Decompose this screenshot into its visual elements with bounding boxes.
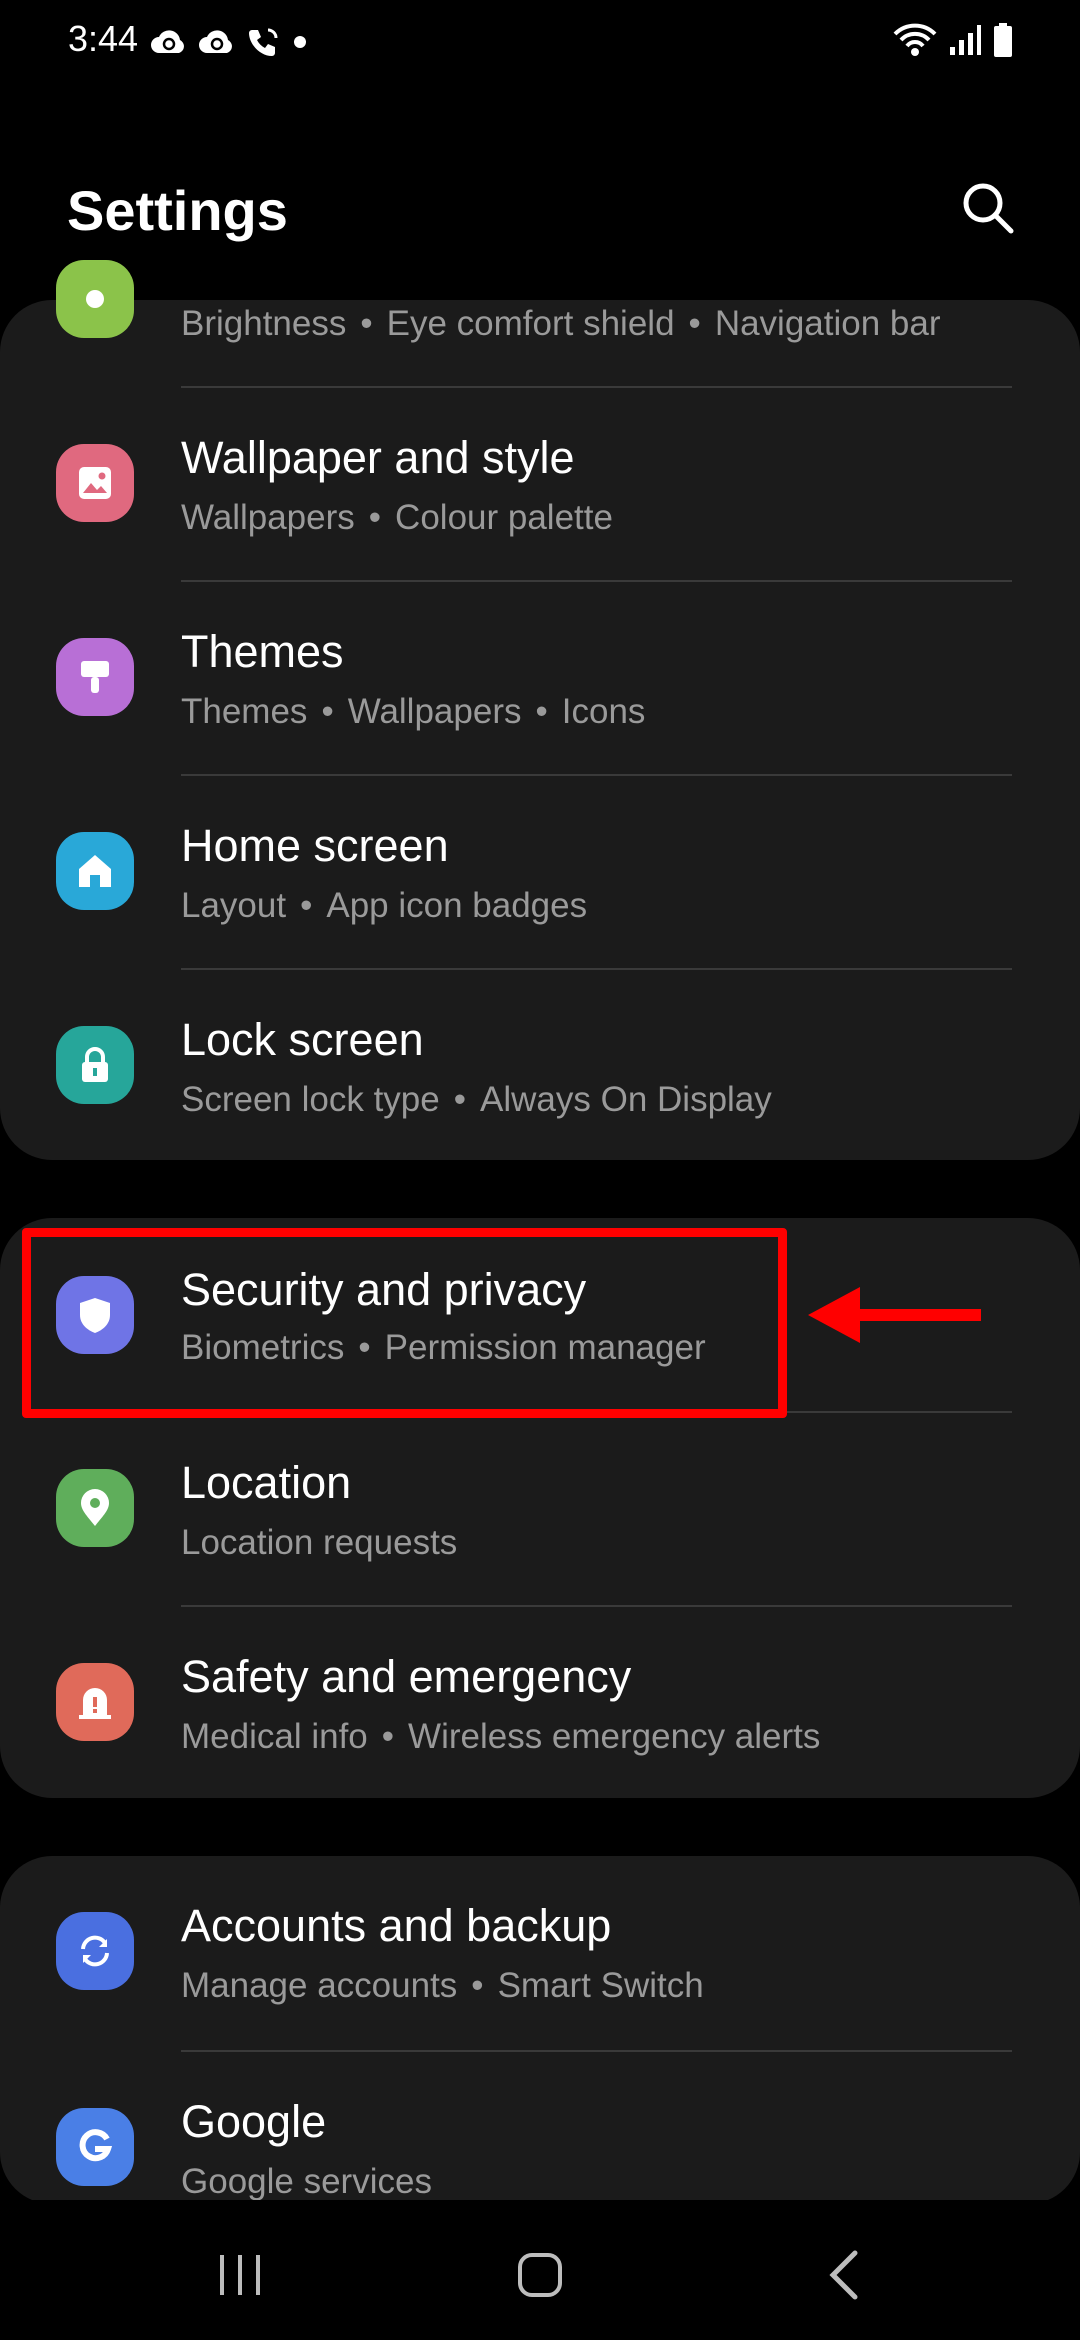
settings-item-themes[interactable]: Themes Themes • Wallpapers • Icons (0, 582, 1080, 776)
page-title: Settings (67, 179, 288, 242)
signal-icon (950, 25, 981, 55)
search-icon[interactable] (958, 178, 1018, 238)
lock-icon (56, 1026, 134, 1104)
display-icon (56, 260, 134, 338)
settings-item-home-screen[interactable]: Home screen Layout • App icon badges (0, 776, 1080, 970)
google-subtitle: Google services (181, 2162, 432, 2201)
safety-subtitle: Medical info • Wireless emergency alerts (181, 1717, 821, 1756)
themes-title: Themes (181, 626, 344, 677)
status-bar: 3:44 (0, 0, 1080, 80)
emergency-icon (56, 1663, 134, 1741)
settings-item-accounts-and-backup[interactable]: Accounts and backup Manage accounts • Smar… (0, 1856, 1080, 2050)
status-icons-left (150, 22, 310, 62)
accounts-subtitle: Manage accounts • Smart Switch (181, 1966, 704, 2005)
settings-item-lock-screen[interactable]: Lock screen Screen lock type • Always On D… (0, 970, 1080, 1164)
red-arrow-icon (808, 1287, 981, 1343)
wallpaper-subtitle: Wallpapers • Colour palette (181, 498, 613, 537)
accounts-title: Accounts and backup (181, 1900, 612, 1951)
highlight-box (22, 1228, 787, 1418)
back-icon[interactable] (815, 2245, 875, 2305)
navigation-bar (0, 2200, 1080, 2340)
battery-icon (994, 23, 1012, 57)
lock-screen-subtitle: Screen lock type • Always On Display (181, 1080, 772, 1119)
settings-item-display[interactable]: Brightness • Eye comfort shield • Navigation… (0, 260, 1080, 388)
location-title: Location (181, 1457, 352, 1508)
recent-apps-icon[interactable] (210, 2245, 270, 2305)
display-subtitle: Brightness • Eye comfort shield • Navigation… (181, 304, 941, 343)
settings-item-wallpaper-and-style[interactable]: Wallpaper and style Wallpapers • Colour pa… (0, 388, 1080, 582)
google-title: Google (181, 2096, 327, 2147)
location-subtitle: Location requests (181, 1523, 458, 1562)
sync-icon (56, 1912, 134, 1990)
lock-screen-title: Lock screen (181, 1014, 424, 1065)
settings-item-google[interactable]: Google Google services (0, 2052, 1080, 2202)
cloud-sync-icon (199, 30, 232, 53)
home-screen-title: Home screen (181, 820, 449, 871)
home-screen-subtitle: Layout • App icon badges (181, 886, 588, 925)
cloud-sync-icon (151, 30, 184, 53)
google-icon (56, 2108, 134, 2186)
brush-icon (56, 638, 134, 716)
wifi-call-icon (249, 28, 278, 56)
safety-title: Safety and emergency (181, 1651, 632, 1702)
settings-item-safety-and-emergency[interactable]: Safety and emergency Medical info • Wirele… (0, 1607, 1080, 1801)
location-pin-icon (56, 1469, 134, 1547)
wallpaper-icon (56, 444, 134, 522)
status-icons-right (892, 20, 1014, 60)
wifi-icon (893, 23, 937, 56)
wallpaper-title: Wallpaper and style (181, 432, 575, 483)
home-icon (56, 832, 134, 910)
themes-subtitle: Themes • Wallpapers • Icons (181, 692, 646, 731)
notification-dot-icon (294, 36, 306, 48)
settings-item-location[interactable]: Location Location requests (0, 1413, 1080, 1607)
status-time: 3:44 (68, 18, 139, 59)
home-button-icon[interactable] (510, 2245, 570, 2305)
